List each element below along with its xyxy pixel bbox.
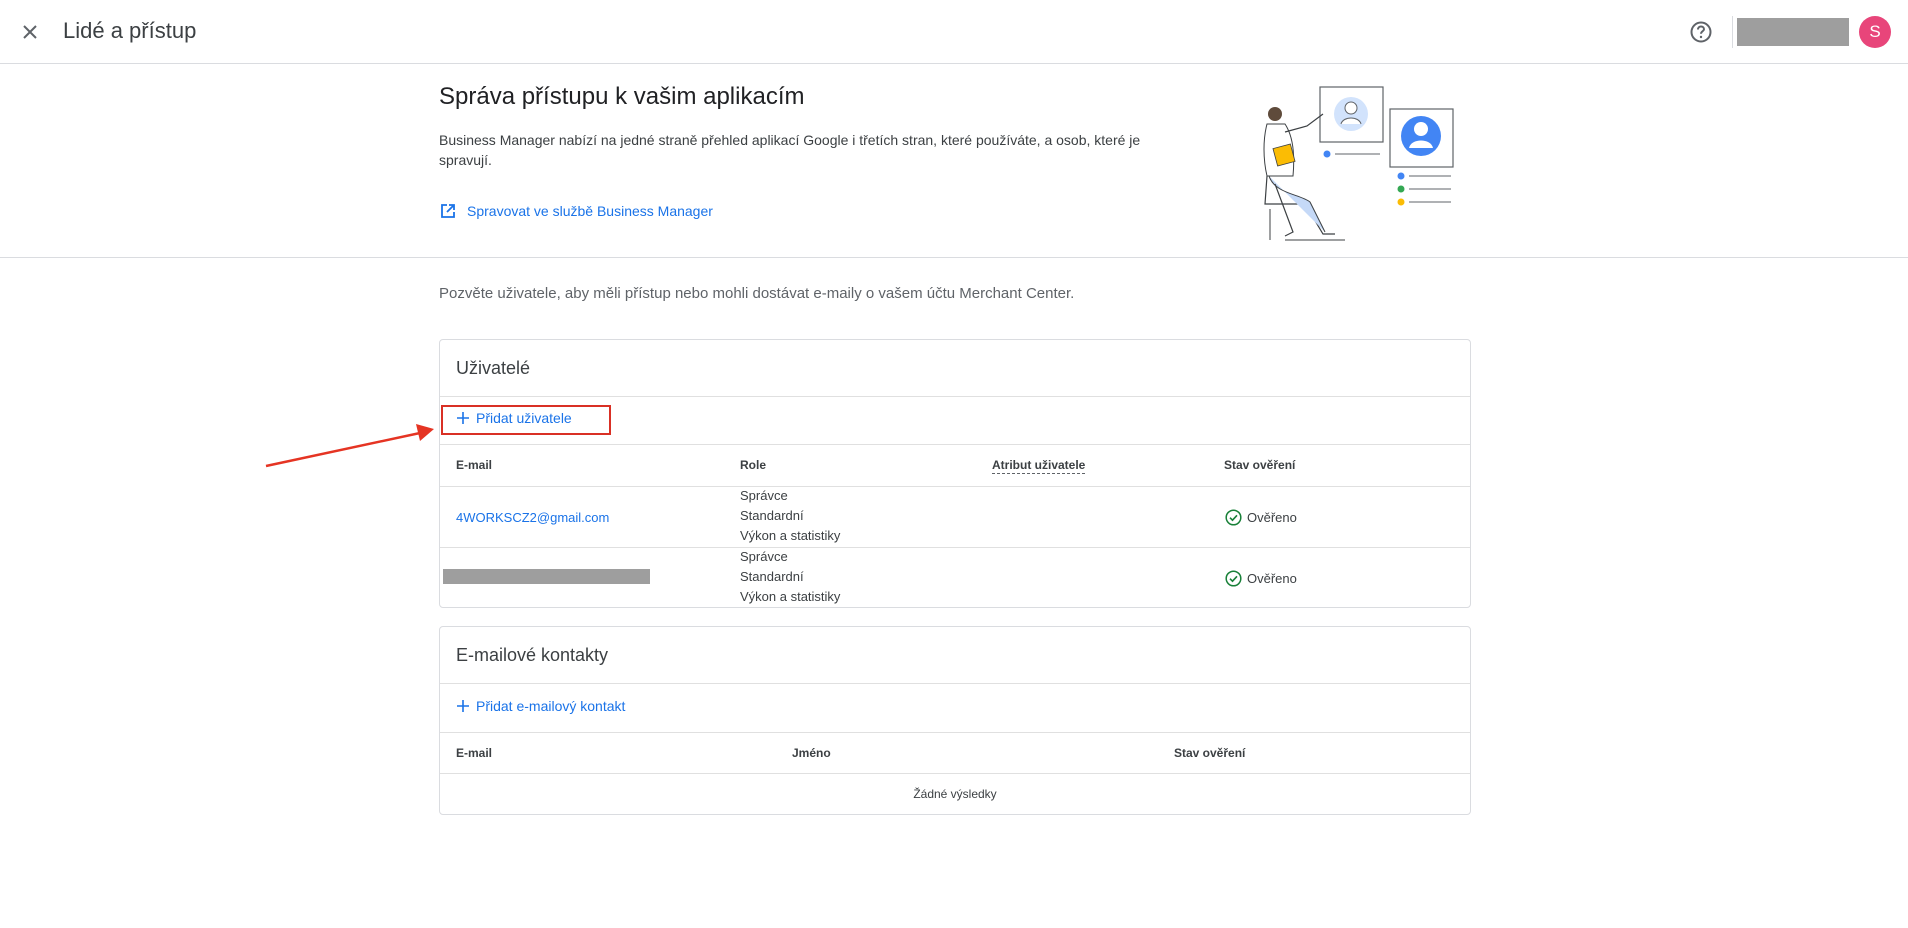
plus-icon	[457, 700, 469, 712]
column-header-email[interactable]: E-mail	[456, 458, 492, 472]
divider	[440, 773, 1470, 774]
open-in-new-icon	[441, 204, 455, 218]
redacted-email	[443, 569, 650, 584]
help-icon[interactable]	[1688, 19, 1714, 45]
divider	[1732, 16, 1733, 48]
role-item: Výkon a statistiky	[740, 589, 841, 604]
email-contacts-card: E-mailové kontakty Přidat e-mailový kont…	[439, 626, 1471, 815]
role-item: Správce	[740, 488, 788, 503]
page-title: Lidé a přístup	[63, 18, 197, 43]
verification-status: Ověřeno	[1225, 570, 1297, 587]
avatar[interactable]: S	[1859, 16, 1891, 48]
close-icon[interactable]	[18, 20, 42, 44]
divider	[440, 683, 1470, 684]
intro-text: Pozvěte uživatele, aby měli přístup nebo…	[439, 285, 1075, 302]
role-item: Správce	[740, 549, 788, 564]
add-user-button[interactable]: Přidat uživatele	[456, 410, 572, 426]
business-manager-link-label: Spravovat ve službě Business Manager	[467, 203, 713, 219]
user-email-link[interactable]: 4WORKSCZ2@gmail.com	[456, 510, 609, 525]
check-circle-icon	[1225, 509, 1242, 526]
top-bar: Lidé a přístup S	[0, 0, 1908, 64]
add-email-contact-label: Přidat e-mailový kontakt	[476, 698, 626, 714]
hero-description: Business Manager nabízí na jedné straně …	[439, 132, 1141, 168]
add-user-label: Přidat uživatele	[476, 410, 572, 426]
users-card: Uživatelé Přidat uživatele E-mail Role A…	[439, 339, 1471, 608]
check-circle-icon	[1225, 570, 1242, 587]
people-access-illustration	[1263, 86, 1454, 241]
add-email-contact-button[interactable]: Přidat e-mailový kontakt	[456, 698, 625, 714]
role-item: Standardní	[740, 569, 804, 584]
account-name-redacted[interactable]	[1737, 18, 1849, 46]
divider	[440, 396, 1470, 397]
verification-status-label: Ověřeno	[1247, 571, 1297, 586]
user-roles: Správce Standardní Výkon a statistiky	[740, 547, 840, 607]
divider	[440, 732, 1470, 733]
plus-icon	[457, 412, 469, 424]
column-header-verification-status[interactable]: Stav ověření	[1224, 458, 1295, 472]
verification-status-label: Ověřeno	[1247, 510, 1297, 525]
column-header-user-attribute[interactable]: Atribut uživatele	[992, 458, 1086, 474]
user-roles: Správce Standardní Výkon a statistiky	[740, 486, 840, 546]
divider	[440, 547, 1470, 548]
role-item: Výkon a statistiky	[740, 528, 841, 543]
users-title: Uživatelé	[456, 358, 531, 378]
column-header-verification-status[interactable]: Stav ověření	[1174, 746, 1245, 760]
email-contacts-title: E-mailové kontakty	[456, 645, 609, 665]
empty-results: Žádné výsledky	[913, 787, 997, 801]
role-item: Standardní	[740, 508, 804, 523]
divider	[440, 486, 1470, 487]
hero-title: Správa přístupu k vašim aplikacím	[439, 83, 805, 110]
column-header-name[interactable]: Jméno	[792, 746, 831, 760]
divider	[440, 444, 1470, 445]
hero-section: Správa přístupu k vašim aplikacím Busine…	[0, 64, 1908, 258]
verification-status: Ověřeno	[1225, 509, 1297, 526]
annotation-arrow	[265, 424, 434, 468]
column-header-role[interactable]: Role	[740, 458, 766, 472]
column-header-email[interactable]: E-mail	[456, 746, 492, 760]
business-manager-link[interactable]: Spravovat ve službě Business Manager	[439, 201, 713, 221]
